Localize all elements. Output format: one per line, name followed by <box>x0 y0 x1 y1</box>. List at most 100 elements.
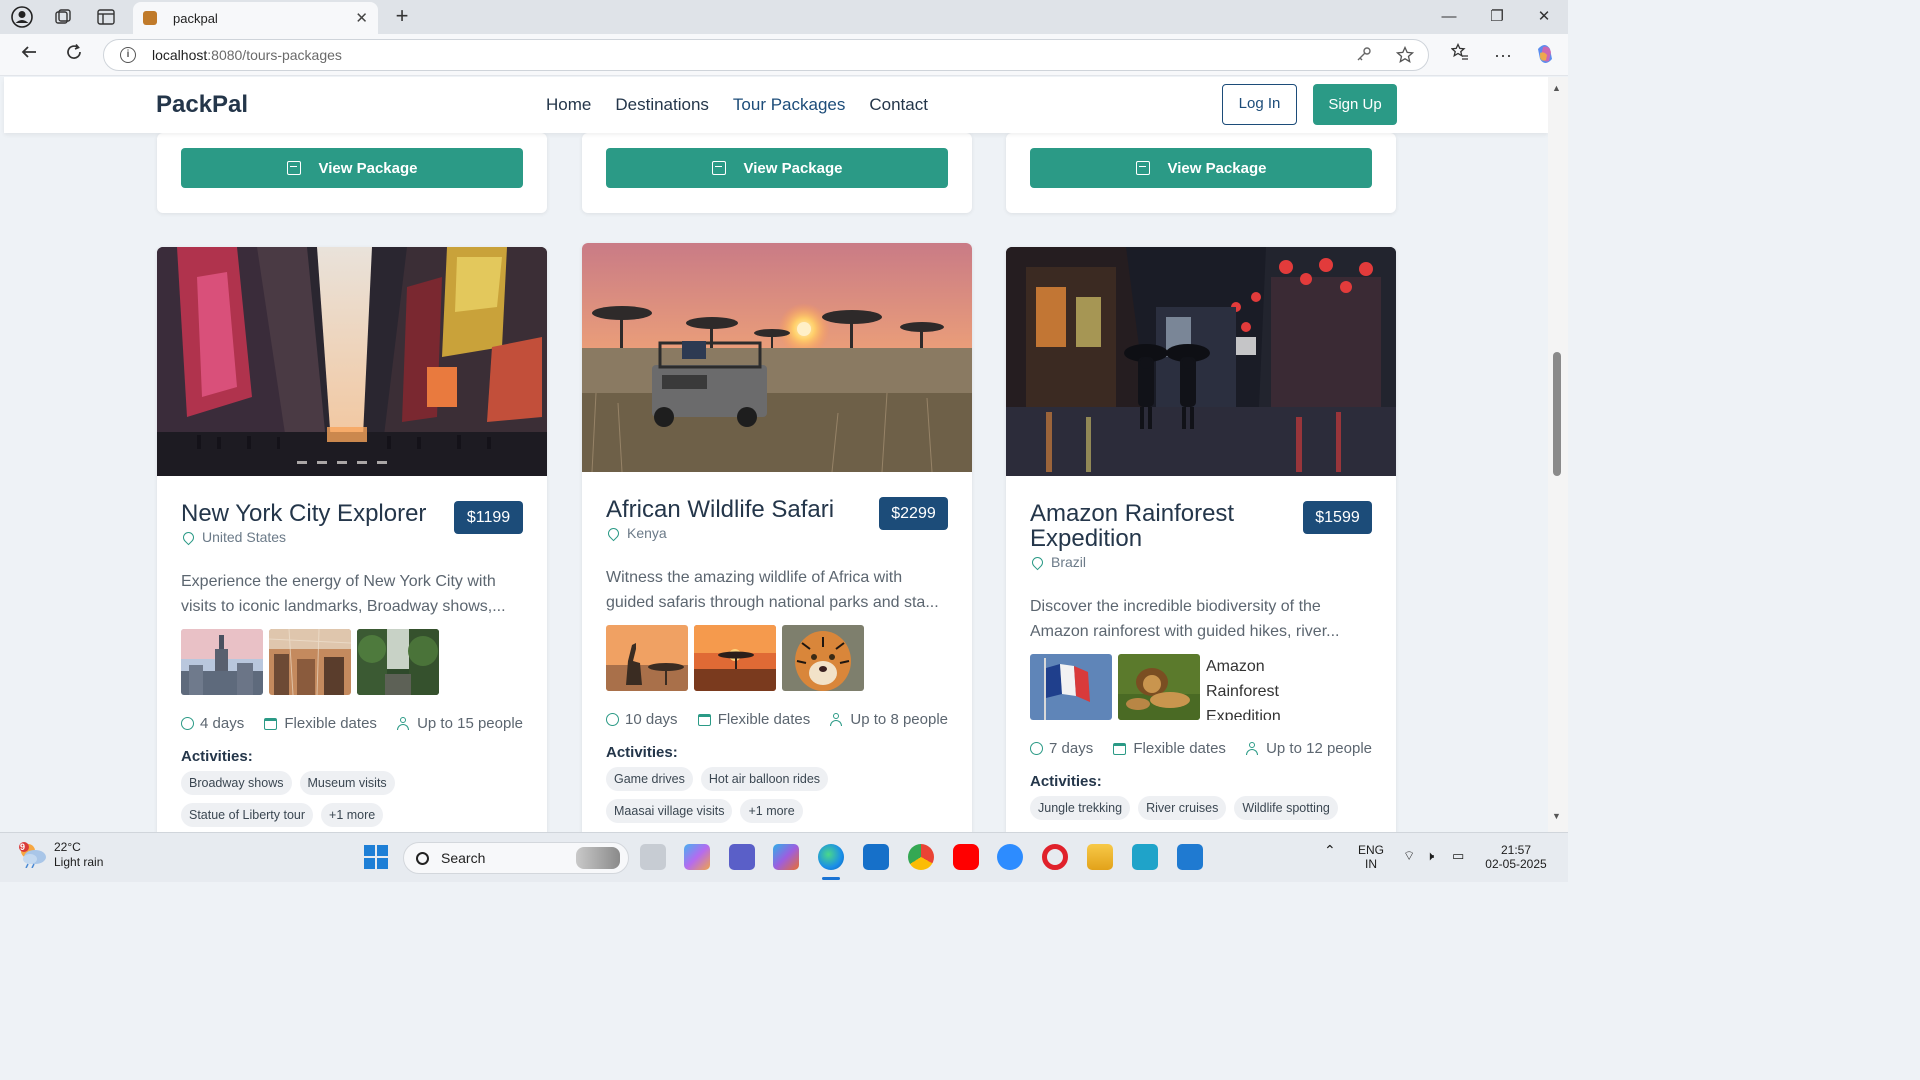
refresh-icon[interactable] <box>61 43 87 67</box>
package-card: View Package <box>1006 133 1396 213</box>
new-york-hero-image[interactable] <box>157 247 547 476</box>
main-nav: Home Destinations Tour Packages Contact <box>546 95 928 115</box>
package-description: Witness the amazing wildlife of Africa w… <box>606 569 939 611</box>
opera-icon[interactable] <box>1042 844 1068 870</box>
scroll-up-arrow-icon[interactable]: ▲ <box>1552 83 1561 93</box>
more-activities-chip[interactable]: +1 more <box>740 799 803 823</box>
gallery-thumbnail-lions[interactable] <box>1118 654 1200 720</box>
gallery-thumbnail-empire-state[interactable] <box>181 629 263 695</box>
scrollbar-thumb[interactable] <box>1553 352 1561 476</box>
workspaces-icon[interactable] <box>52 6 74 28</box>
nav-tour-packages[interactable]: Tour Packages <box>733 95 845 115</box>
package-title[interactable]: New York City Explorer <box>181 476 441 526</box>
microsoft-365-icon[interactable] <box>773 844 799 870</box>
nav-destinations[interactable]: Destinations <box>615 95 709 115</box>
gallery-thumbnail-savanna-sunset[interactable] <box>694 625 776 691</box>
close-window-icon[interactable]: ✕ <box>1529 6 1559 28</box>
package-card: View Package <box>582 133 972 213</box>
gallery-thumbnail-giraffe[interactable] <box>606 625 688 691</box>
edge-browser-icon[interactable] <box>818 844 844 870</box>
vertical-tabs-icon[interactable] <box>95 6 117 28</box>
page-scrollbar[interactable]: ▲ ▼ <box>1548 77 1568 832</box>
activity-chip: Game drives <box>606 767 693 791</box>
gallery-thumbnail-street-trees[interactable] <box>357 629 439 695</box>
language-indicator[interactable]: ENG IN <box>1358 843 1384 871</box>
location-pin-icon <box>1029 554 1046 570</box>
packpal-favicon-icon <box>143 11 157 25</box>
weather-widget[interactable]: 9 22°C Light rain <box>18 840 103 870</box>
gallery-thumbnail-skyline-glass[interactable] <box>269 629 351 695</box>
activity-chip: Hot air balloon rides <box>700 767 829 791</box>
active-tab[interactable]: packpal ✕ <box>133 2 378 34</box>
nav-home[interactable]: Home <box>546 95 591 115</box>
more-activities-chip[interactable]: +1 more <box>321 803 384 827</box>
broken-image-placeholder: Amazon Rainforest Expedition <box>1206 658 1281 720</box>
show-hidden-icons-chevron-icon[interactable]: ⌃ <box>1324 843 1336 857</box>
battery-icon[interactable]: ▭ <box>1452 849 1464 863</box>
volume-muted-icon[interactable]: 🕨 <box>1426 849 1434 863</box>
favorites-icon[interactable] <box>1447 42 1473 67</box>
view-package-button[interactable]: View Package <box>606 148 948 188</box>
zoom-icon[interactable] <box>997 844 1023 870</box>
password-key-icon[interactable] <box>1356 46 1372 67</box>
rain-cloud-icon: 9 <box>18 842 48 869</box>
copilot-icon[interactable] <box>1532 43 1558 67</box>
duration-text: 4 days <box>200 715 245 732</box>
gallery-thumbnail-tiger[interactable] <box>782 625 864 691</box>
url-field[interactable]: i localhost:8080/tours-packages <box>103 39 1429 71</box>
vscode-icon[interactable] <box>1177 844 1203 870</box>
package-title[interactable]: African Wildlife Safari <box>606 472 866 522</box>
scroll-down-arrow-icon[interactable]: ▼ <box>1552 811 1561 821</box>
search-label: Search <box>441 850 486 866</box>
windows-start-icon[interactable] <box>364 845 388 869</box>
taskbar-search[interactable]: Search <box>403 842 629 874</box>
view-package-label: View Package <box>318 159 418 177</box>
nav-contact[interactable]: Contact <box>869 95 928 115</box>
location-pin-icon <box>605 525 622 541</box>
brand-logo[interactable]: PackPal <box>156 91 248 119</box>
profile-icon[interactable] <box>11 6 33 28</box>
youtube-icon[interactable] <box>953 844 979 870</box>
taskbar-time: 21:57 <box>1500 843 1532 857</box>
new-tab-icon[interactable]: + <box>392 4 412 28</box>
gallery: Amazon Rainforest Expedition <box>1030 654 1372 720</box>
calendar-icon <box>264 717 278 730</box>
amazon-hero-image[interactable] <box>1006 247 1396 476</box>
favorite-star-icon[interactable] <box>1395 45 1415 69</box>
gallery-thumbnail-french-flag[interactable] <box>1030 654 1112 720</box>
restore-icon[interactable]: ❐ <box>1482 6 1512 28</box>
view-package-label: View Package <box>743 159 843 177</box>
close-tab-icon[interactable]: ✕ <box>355 9 368 27</box>
clock-icon <box>606 713 619 726</box>
url-host: localhost <box>152 47 208 63</box>
teams-icon[interactable] <box>729 844 755 870</box>
person-icon <box>1246 742 1259 755</box>
copilot-app-icon[interactable] <box>684 844 710 870</box>
gallery <box>181 629 523 695</box>
activity-chip: Broadway shows <box>181 771 292 795</box>
chrome-icon[interactable] <box>908 844 934 870</box>
back-arrow-icon[interactable] <box>16 43 42 67</box>
clock-widget[interactable]: 21:57 02-05-2025 <box>1484 843 1548 871</box>
package-title[interactable]: Amazon Rainforest Expedition <box>1030 476 1280 551</box>
package-location: Brazil <box>1029 554 1372 570</box>
site-info-icon[interactable]: i <box>120 47 136 63</box>
package-description: Experience the energy of New York City w… <box>181 573 506 615</box>
duration: 4 days <box>181 715 244 732</box>
login-button[interactable]: Log In <box>1222 84 1297 125</box>
activities-heading: Activities: <box>1030 773 1102 790</box>
notepad-icon[interactable] <box>1132 844 1158 870</box>
view-package-button[interactable]: View Package <box>181 148 523 188</box>
signup-button[interactable]: Sign Up <box>1313 84 1397 125</box>
safari-hero-image[interactable] <box>582 243 972 472</box>
task-view-icon[interactable] <box>640 844 666 870</box>
wifi-icon[interactable]: ⌔ <box>1403 849 1415 863</box>
view-package-button[interactable]: View Package <box>1030 148 1372 188</box>
more-menu-icon[interactable]: ··· <box>1490 43 1516 67</box>
file-explorer-icon[interactable] <box>1087 844 1113 870</box>
site-navbar: PackPal Home Destinations Tour Packages … <box>4 77 1548 133</box>
duration: 7 days <box>1030 740 1093 757</box>
minimize-icon[interactable]: — <box>1434 6 1464 28</box>
package-card-new-york: $1199 New York City Explorer United Stat… <box>157 247 547 832</box>
outlook-icon[interactable] <box>863 844 889 870</box>
